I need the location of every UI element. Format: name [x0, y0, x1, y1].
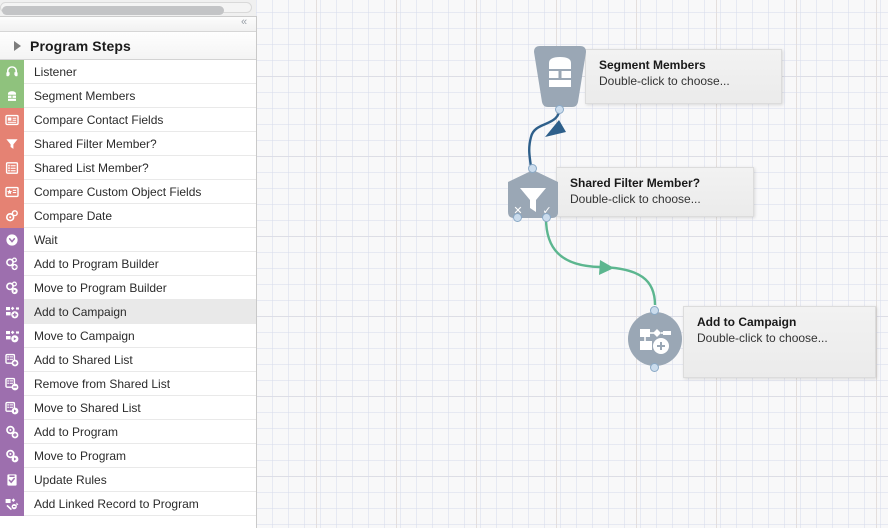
sidebar-item-remove-from-shared-list[interactable]: Remove from Shared List	[0, 371, 256, 396]
horizontal-scrollbar[interactable]	[0, 0, 256, 17]
sidebar-item-label: Compare Custom Object Fields	[34, 184, 202, 199]
sidebar-item-compare-date[interactable]: Compare Date	[0, 203, 256, 228]
scrollbar-thumb[interactable]	[2, 6, 224, 15]
sidebar-item-compare-custom-object-fields[interactable]: Compare Custom Object Fields	[0, 179, 256, 204]
sidebar-item-compare-contact-fields[interactable]: Compare Contact Fields	[0, 107, 256, 132]
node-segment-members[interactable]	[532, 44, 588, 114]
sidebar-item-add-to-program[interactable]: Add to Program	[0, 419, 256, 444]
campaign-move-icon	[0, 323, 24, 348]
node-shared-filter-member[interactable]: ✕ ✓	[504, 164, 562, 222]
collapse-icon[interactable]: «	[236, 16, 252, 30]
contact-fields-icon	[0, 107, 24, 132]
sidebar-item-move-to-program[interactable]: Move to Program	[0, 443, 256, 468]
program-plus-icon	[0, 419, 24, 444]
list-plus-icon	[0, 347, 24, 372]
scrollbar-track[interactable]	[0, 2, 252, 15]
sidebar-item-label: Segment Members	[34, 88, 136, 103]
linked-record-icon	[0, 491, 24, 516]
sidebar-item-listener[interactable]: Listener	[0, 59, 256, 84]
sidebar-item-label: Add Linked Record to Program	[34, 496, 199, 511]
filter-input-port[interactable]	[528, 164, 537, 173]
program-steps-list[interactable]: Listener Segment Members Compare Contact F…	[0, 59, 256, 516]
sidebar-collapse-bar: «	[0, 16, 256, 32]
list-icon	[0, 155, 24, 180]
node-add-to-campaign[interactable]	[627, 306, 683, 372]
segment-icon	[0, 83, 24, 108]
sidebar-item-label: Move to Shared List	[34, 400, 141, 415]
sidebar-item-add-to-program-builder[interactable]: Add to Program Builder	[0, 251, 256, 276]
campaign-output-port[interactable]	[650, 363, 659, 372]
filter-output-yes-port[interactable]	[542, 213, 551, 222]
sidebar-item-add-to-shared-list[interactable]: Add to Shared List	[0, 347, 256, 372]
sidebar-item-add-linked-record-to-program[interactable]: Add Linked Record to Program	[0, 491, 256, 516]
update-rules-icon	[0, 467, 24, 492]
custom-object-icon	[0, 179, 24, 204]
headphones-icon	[0, 59, 24, 84]
sidebar-item-segment-members[interactable]: Segment Members	[0, 83, 256, 108]
sidebar-item-shared-list-member[interactable]: Shared List Member?	[0, 155, 256, 180]
filter-node-shape: ✕ ✓	[508, 170, 558, 218]
sidebar-item-move-to-shared-list[interactable]: Move to Shared List	[0, 395, 256, 420]
gears-move-icon	[0, 275, 24, 300]
campaign-node-shape	[628, 312, 682, 366]
list-move-icon	[0, 395, 24, 420]
sidebar-item-label: Shared Filter Member?	[34, 136, 157, 151]
sidebar-item-label: Update Rules	[34, 472, 107, 487]
segment-node-shape	[534, 46, 586, 107]
page-title: Program Steps	[30, 37, 131, 54]
sidebar-item-move-to-campaign[interactable]: Move to Campaign	[0, 323, 256, 348]
gears-plus-icon	[0, 251, 24, 276]
sidebar-item-label: Wait	[34, 232, 58, 247]
clock-icon	[0, 227, 24, 252]
sidebar-item-label: Add to Campaign	[34, 304, 127, 319]
sidebar-item-label: Remove from Shared List	[34, 376, 171, 391]
sidebar-item-label: Add to Program Builder	[34, 256, 159, 271]
sidebar-item-label: Move to Program	[34, 448, 127, 463]
program-steps-sidebar: « Program Steps Listener Segment Members C…	[0, 16, 257, 528]
sidebar-item-shared-filter-member[interactable]: Shared Filter Member?	[0, 131, 256, 156]
panel-header[interactable]: Program Steps	[0, 32, 256, 60]
sidebar-item-update-rules[interactable]: Update Rules	[0, 467, 256, 492]
list-minus-icon	[0, 371, 24, 396]
campaign-input-port[interactable]	[650, 306, 659, 315]
campaign-plus-icon	[0, 299, 24, 324]
filter-output-no-port[interactable]	[513, 213, 522, 222]
segment-output-port[interactable]	[555, 105, 564, 114]
sidebar-item-label: Add to Shared List	[34, 352, 133, 367]
sidebar-item-label: Move to Campaign	[34, 328, 135, 343]
gears-icon	[0, 203, 24, 228]
sidebar-item-label: Add to Program	[34, 424, 119, 439]
program-move-icon	[0, 443, 24, 468]
filter-icon	[0, 131, 24, 156]
sidebar-item-label: Compare Date	[34, 208, 113, 223]
sidebar-item-label: Shared List Member?	[34, 160, 149, 175]
chevron-right-icon[interactable]	[14, 40, 21, 51]
sidebar-item-wait[interactable]: Wait	[0, 227, 256, 252]
sidebar-item-move-to-program-builder[interactable]: Move to Program Builder	[0, 275, 256, 300]
sidebar-item-label: Move to Program Builder	[34, 280, 167, 295]
sidebar-item-add-to-campaign[interactable]: Add to Campaign	[0, 299, 256, 324]
sidebar-item-label: Listener	[34, 64, 77, 79]
sidebar-item-label: Compare Contact Fields	[34, 112, 164, 127]
